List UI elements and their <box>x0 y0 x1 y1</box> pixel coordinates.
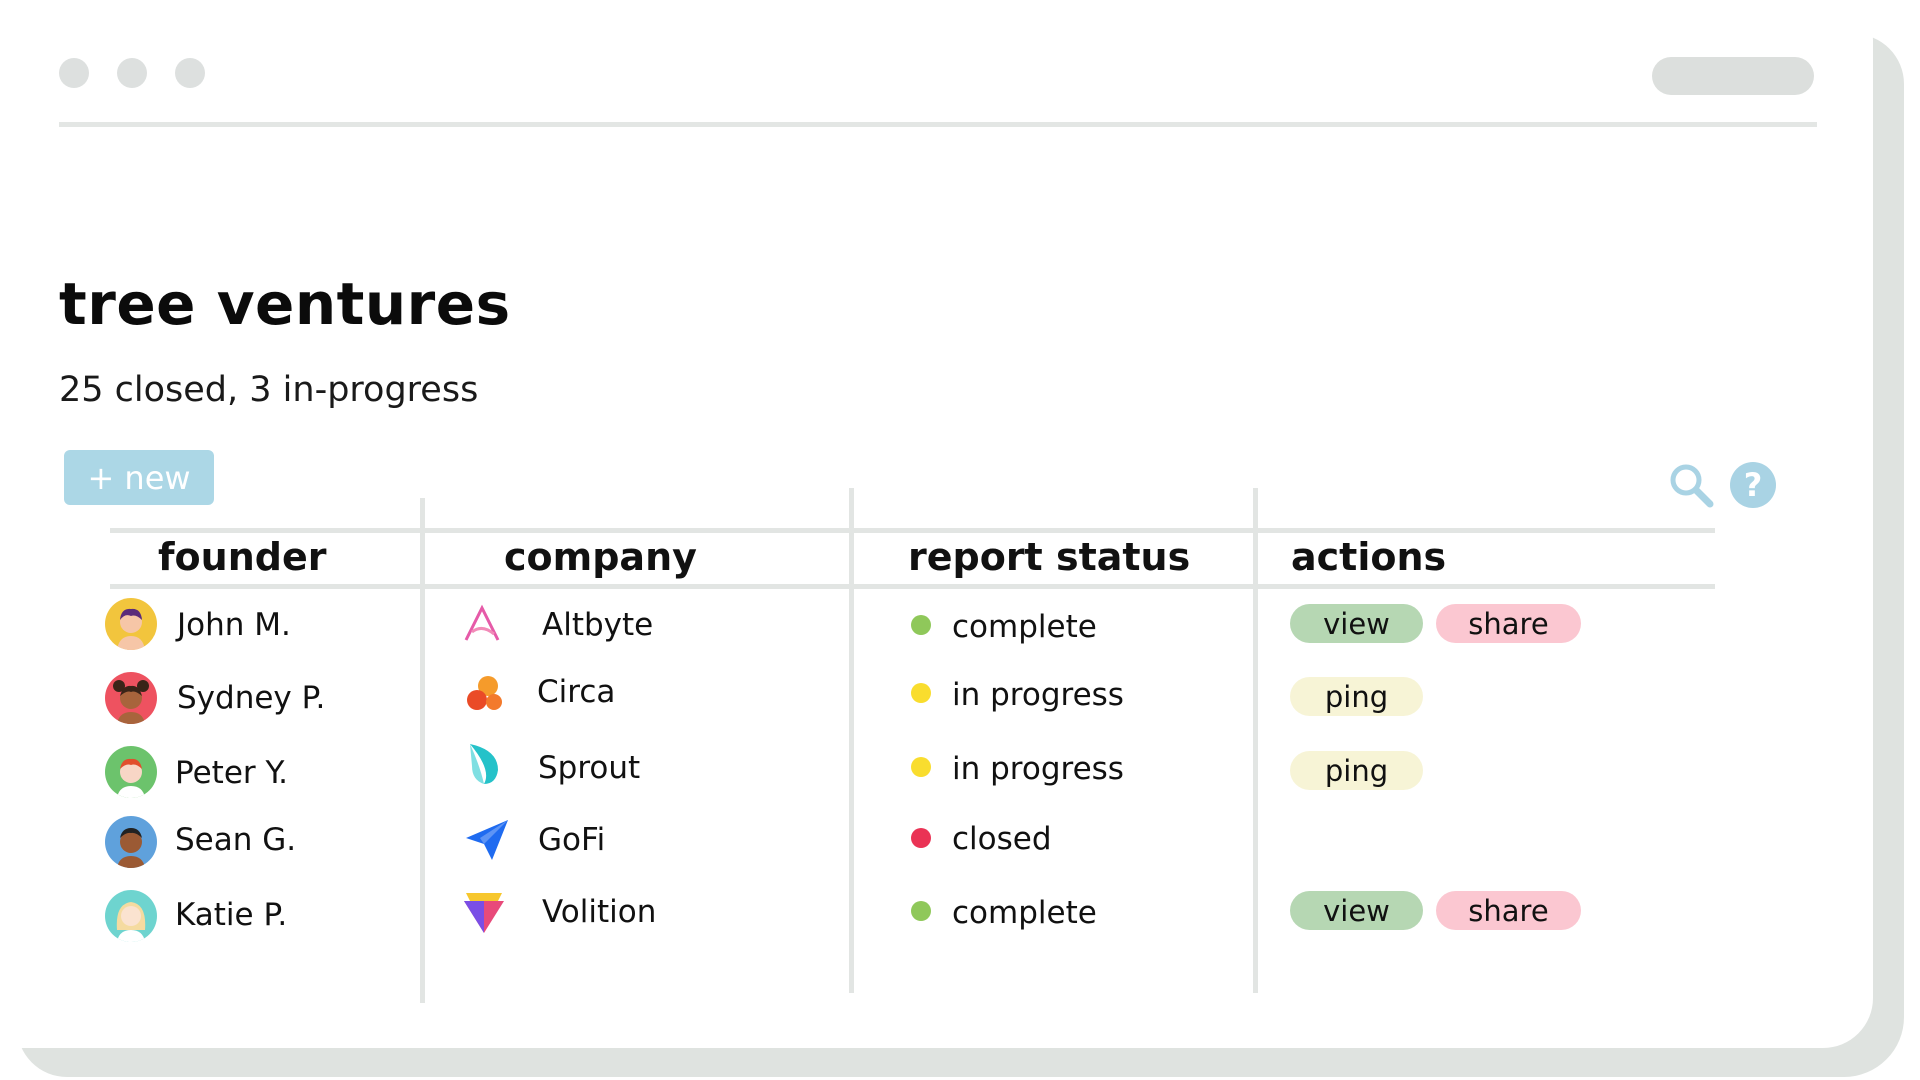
avatar <box>105 672 157 724</box>
founder-name: Katie P. <box>175 897 288 933</box>
report-status-text: closed <box>952 821 1052 857</box>
company-name: Circa <box>537 674 616 710</box>
founder-name: Sydney P. <box>177 680 326 716</box>
status-dot-red <box>911 828 931 848</box>
column-divider-2 <box>849 488 854 993</box>
volition-logo-icon <box>464 893 504 933</box>
column-header-report-status[interactable]: report status <box>908 535 1190 579</box>
founder-name: Peter Y. <box>175 755 288 791</box>
status-dot-yellow <box>911 683 931 703</box>
avatar <box>105 890 157 942</box>
report-status-text: in progress <box>952 751 1124 787</box>
window-dot-3 <box>175 58 205 88</box>
address-bar-pill[interactable] <box>1652 57 1814 95</box>
avatar <box>105 816 157 868</box>
founder-name: John M. <box>177 607 291 643</box>
window-dot-1 <box>59 58 89 88</box>
company-name: Altbyte <box>542 607 654 643</box>
avatar-face-icon <box>117 828 145 868</box>
help-icon[interactable]: ? <box>1730 462 1776 508</box>
avatar-face-icon <box>113 680 149 724</box>
status-dot-green <box>911 615 931 635</box>
app-window: tree ventures 25 closed, 3 in-progress +… <box>0 0 1873 1048</box>
avatar <box>105 746 157 798</box>
report-status-text: complete <box>952 609 1097 645</box>
column-header-actions[interactable]: actions <box>1291 535 1446 579</box>
ping-button[interactable]: ping <box>1290 677 1423 716</box>
status-dot-green <box>911 901 931 921</box>
circa-logo-icon <box>467 676 502 710</box>
table-header-bottom-rule <box>110 584 1715 589</box>
status-dot-yellow <box>911 757 931 777</box>
founder-name: Sean G. <box>175 822 297 858</box>
search-icon[interactable] <box>1668 462 1714 508</box>
window-dot-2 <box>117 58 147 88</box>
ping-button[interactable]: ping <box>1290 751 1423 790</box>
page-subtitle: 25 closed, 3 in-progress <box>59 370 479 410</box>
report-status-text: in progress <box>952 677 1124 713</box>
company-name: Volition <box>542 894 657 930</box>
table-header-top-rule <box>110 528 1715 533</box>
sprout-logo-icon <box>470 744 498 784</box>
top-divider <box>59 122 1817 127</box>
column-header-company[interactable]: company <box>504 535 697 579</box>
view-button[interactable]: view <box>1290 891 1423 930</box>
share-button[interactable]: share <box>1436 891 1581 930</box>
company-name: Sprout <box>538 750 641 786</box>
company-name: GoFi <box>538 822 606 858</box>
column-divider-3 <box>1253 488 1258 993</box>
column-header-founder[interactable]: founder <box>158 535 326 579</box>
gofi-logo-icon <box>466 820 508 860</box>
avatar-face-icon <box>117 608 145 650</box>
avatar-face-icon <box>116 902 146 942</box>
report-status-text: complete <box>952 895 1097 931</box>
avatar-face-icon <box>117 758 145 798</box>
share-button[interactable]: share <box>1436 604 1581 643</box>
new-button[interactable]: + new <box>64 450 214 505</box>
avatar <box>105 598 157 650</box>
altbyte-logo-icon <box>464 604 500 641</box>
page-title: tree ventures <box>59 270 511 338</box>
view-button[interactable]: view <box>1290 604 1423 643</box>
column-divider-1 <box>420 498 425 1003</box>
